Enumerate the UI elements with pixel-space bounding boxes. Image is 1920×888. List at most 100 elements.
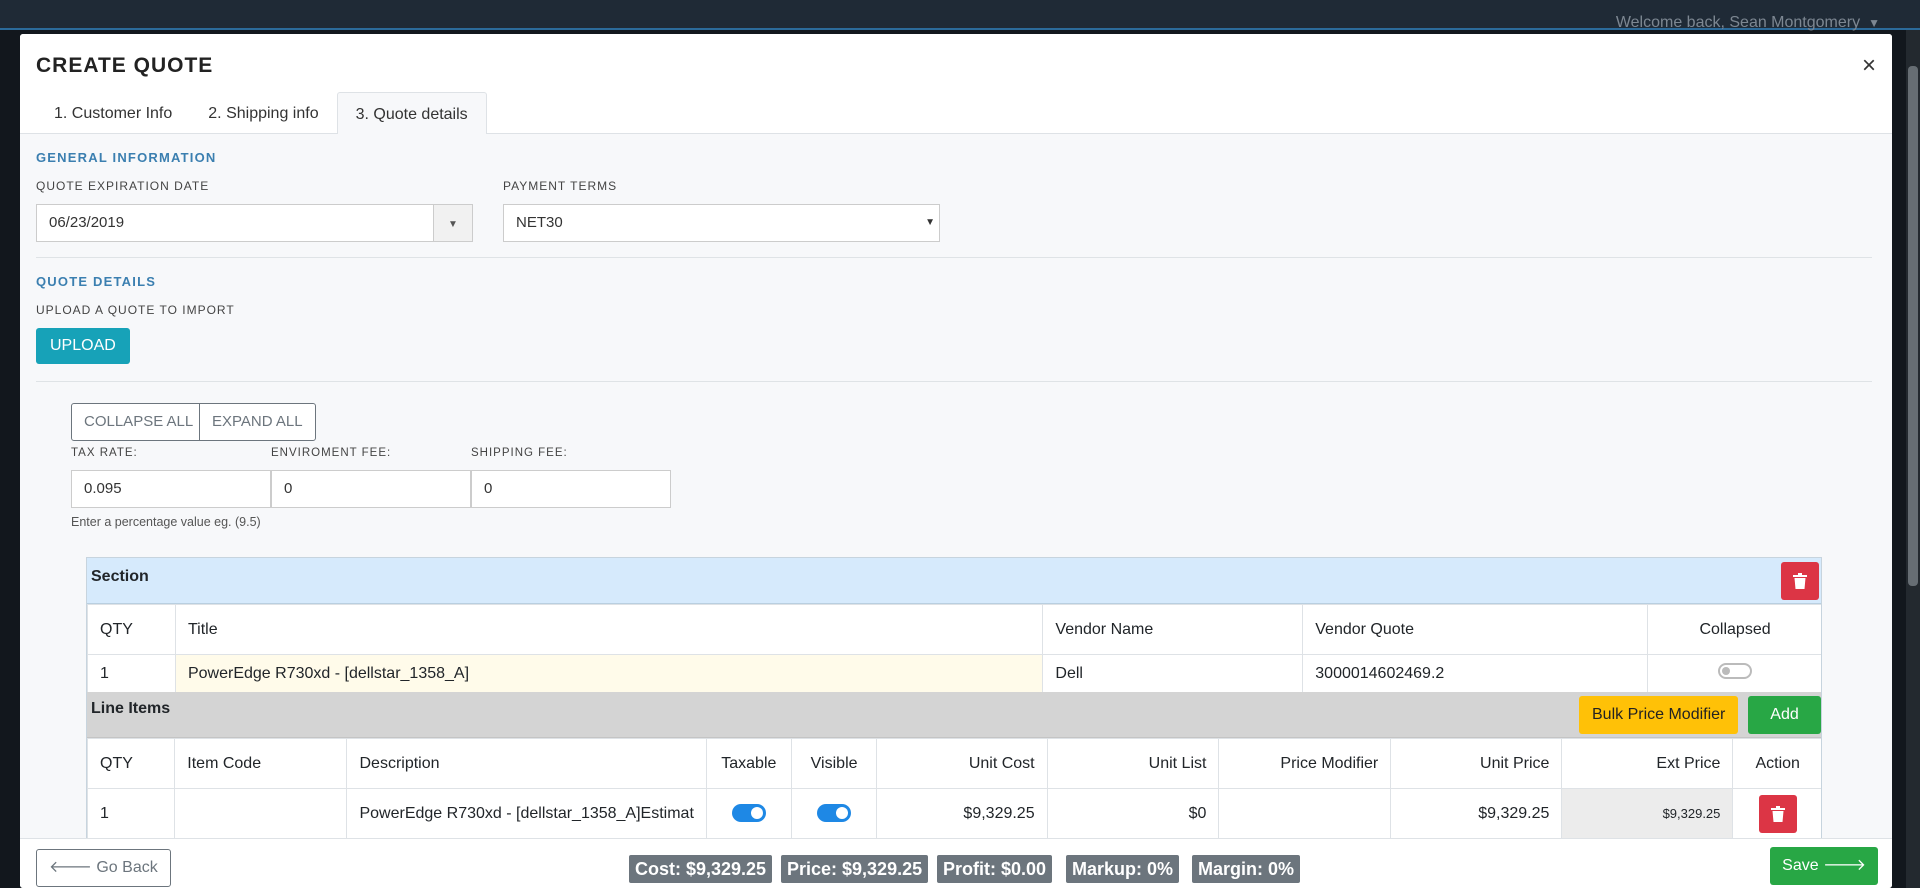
column-header: Unit List <box>1046 738 1220 789</box>
expiration-date-input[interactable]: 06/23/2019 <box>36 204 434 242</box>
tab-bar: 1. Customer Info 2. Shipping info 3. Quo… <box>36 92 487 134</box>
line-item-code[interactable] <box>174 788 348 839</box>
collapse-all-button[interactable]: COLLAPSE ALL <box>71 403 207 441</box>
line-ext-price: $9,329.25 <box>1561 788 1734 839</box>
column-header: QTY <box>87 604 176 655</box>
payment-terms-select[interactable]: NET30 ▼ <box>503 204 940 242</box>
column-header: Vendor Name <box>1042 604 1304 655</box>
action-cell <box>1732 788 1821 839</box>
tab-shipping-info[interactable]: 2. Shipping info <box>190 92 336 134</box>
upload-button[interactable]: UPLOAD <box>36 328 130 364</box>
tax-rate-label: TAX RATE: <box>71 447 138 459</box>
vendor-quote[interactable]: 3000014602469.2 <box>1302 654 1649 693</box>
create-quote-modal: CREATE QUOTE × 1. Customer Info 2. Shipp… <box>20 34 1892 888</box>
column-header: Item Code <box>174 738 348 789</box>
modal-header: CREATE QUOTE × 1. Customer Info 2. Shipp… <box>20 34 1892 134</box>
line-price-modifier[interactable] <box>1218 788 1392 839</box>
price-badge: Price: $9,329.25 <box>781 855 929 883</box>
modal-footer: 🡐 Go Back Cost: $9,329.25 Price: $9,329.… <box>20 838 1892 888</box>
visible-toggle[interactable] <box>817 804 852 823</box>
page-scrollbar[interactable] <box>1906 30 1920 888</box>
modal-title: CREATE QUOTE <box>36 54 214 77</box>
markup-badge: Markup: 0% <box>1066 855 1180 883</box>
divider <box>36 381 1872 382</box>
section-header: Section <box>87 558 1821 604</box>
divider <box>36 257 1872 258</box>
add-line-button[interactable]: Add Line <box>1748 696 1821 761</box>
column-header: Title <box>174 604 1044 655</box>
bulk-price-modifier-button[interactable]: Bulk Price Modifier <box>1579 696 1739 734</box>
environment-fee-label: ENVIROMENT FEE: <box>271 447 392 459</box>
line-unit-cost[interactable]: $9,329.25 <box>876 788 1048 839</box>
payment-terms-value: NET30 <box>516 214 563 231</box>
payment-terms-label: PAYMENT TERMS <box>503 179 618 193</box>
trash-icon <box>1770 805 1785 822</box>
table-row: 1 PowerEdge R730xd - [dellstar_1358_A]Es… <box>87 788 1821 839</box>
tax-hint-text: Enter a percentage value eg. (9.5) <box>71 515 261 529</box>
line-qty[interactable]: 1 <box>87 788 176 839</box>
visible-cell <box>790 788 878 839</box>
line-items-title: Line Items <box>91 700 171 717</box>
line-description[interactable]: PowerEdge R730xd - [dellstar_1358_A]Esti… <box>346 788 707 839</box>
column-header: QTY <box>87 738 176 789</box>
delete-section-button[interactable] <box>1781 562 1819 600</box>
section-table: QTY Title Vendor Name Vendor Quote Colla… <box>87 604 1821 693</box>
upload-label: UPLOAD A QUOTE TO IMPORT <box>36 303 235 317</box>
column-header: Action <box>1732 738 1821 789</box>
delete-line-button[interactable] <box>1758 794 1797 833</box>
margin-badge: Margin: 0% <box>1192 855 1301 883</box>
section-title: Section <box>91 568 149 585</box>
line-items-table: QTY Item Code Description Taxable Visibl… <box>87 738 1821 839</box>
general-information-heading: GENERAL INFORMATION <box>36 150 217 165</box>
line-items-header-row: QTY Item Code Description Taxable Visibl… <box>87 738 1821 789</box>
date-dropdown-button[interactable]: ▼ <box>433 204 473 242</box>
column-header: Unit Cost <box>876 738 1048 789</box>
scrollbar-thumb[interactable] <box>1908 66 1918 586</box>
go-back-button[interactable]: 🡐 Go Back <box>36 849 171 887</box>
tab-customer-info[interactable]: 1. Customer Info <box>36 92 190 134</box>
section-title-input[interactable]: PowerEdge R730xd - [dellstar_1358_A] <box>174 654 1044 693</box>
app-topbar: Welcome back, Sean Montgomery ▼ <box>0 0 1920 32</box>
arrow-left-icon: 🡐 <box>49 859 97 876</box>
chevron-down-icon: ▼ <box>448 219 458 230</box>
column-header: Vendor Quote <box>1302 604 1649 655</box>
chevron-down-icon: ▼ <box>1868 16 1880 30</box>
section-table-header: QTY Title Vendor Name Vendor Quote Colla… <box>87 604 1821 655</box>
column-header: Description <box>346 738 707 789</box>
column-header: Collapsed <box>1647 604 1821 655</box>
shipping-fee-input[interactable]: 0 <box>471 470 671 508</box>
expand-all-button[interactable]: EXPAND ALL <box>199 403 316 441</box>
taxable-cell <box>705 788 792 839</box>
collapsed-toggle[interactable] <box>1718 663 1753 679</box>
column-header: Ext Price <box>1561 738 1734 789</box>
line-items-header: Line Items Bulk Price Modifier Add Line <box>87 692 1821 761</box>
column-header: Unit Price <box>1390 738 1563 789</box>
column-header: Taxable <box>705 738 792 789</box>
welcome-text: Welcome back, Sean Montgomery <box>1615 14 1861 31</box>
table-row: 1 PowerEdge R730xd - [dellstar_1358_A] D… <box>87 654 1821 693</box>
expiration-date-label: QUOTE EXPIRATION DATE <box>36 179 210 193</box>
section-qty[interactable]: 1 <box>87 654 176 693</box>
welcome-menu[interactable]: Welcome back, Sean Montgomery ▼ <box>1616 14 1880 32</box>
shipping-fee-label: SHIPPING FEE: <box>471 447 568 459</box>
quote-details-heading: QUOTE DETAILS <box>36 274 157 289</box>
cost-badge: Cost: $9,329.25 <box>629 855 773 883</box>
arrow-right-icon: 🡒 <box>1818 857 1866 874</box>
profit-badge: Profit: $0.00 <box>937 855 1053 883</box>
taxable-toggle[interactable] <box>731 804 766 823</box>
save-button[interactable]: Save 🡒 <box>1770 847 1878 885</box>
column-header: Visible <box>790 738 878 789</box>
column-header: Price Modifier <box>1218 738 1392 789</box>
tab-quote-details[interactable]: 3. Quote details <box>336 92 487 134</box>
environment-fee-input[interactable]: 0 <box>271 470 471 508</box>
go-back-label: Go Back <box>96 859 158 876</box>
line-unit-price[interactable]: $9,329.25 <box>1390 788 1563 839</box>
close-icon[interactable]: × <box>1862 52 1876 80</box>
trash-icon <box>1793 573 1807 589</box>
line-unit-list[interactable]: $0 <box>1046 788 1220 839</box>
tax-rate-input[interactable]: 0.095 <box>71 470 271 508</box>
vendor-name[interactable]: Dell <box>1042 654 1304 693</box>
chevron-down-icon: ▼ <box>925 217 935 228</box>
collapsed-cell <box>1647 654 1821 693</box>
save-label: Save <box>1782 857 1819 874</box>
